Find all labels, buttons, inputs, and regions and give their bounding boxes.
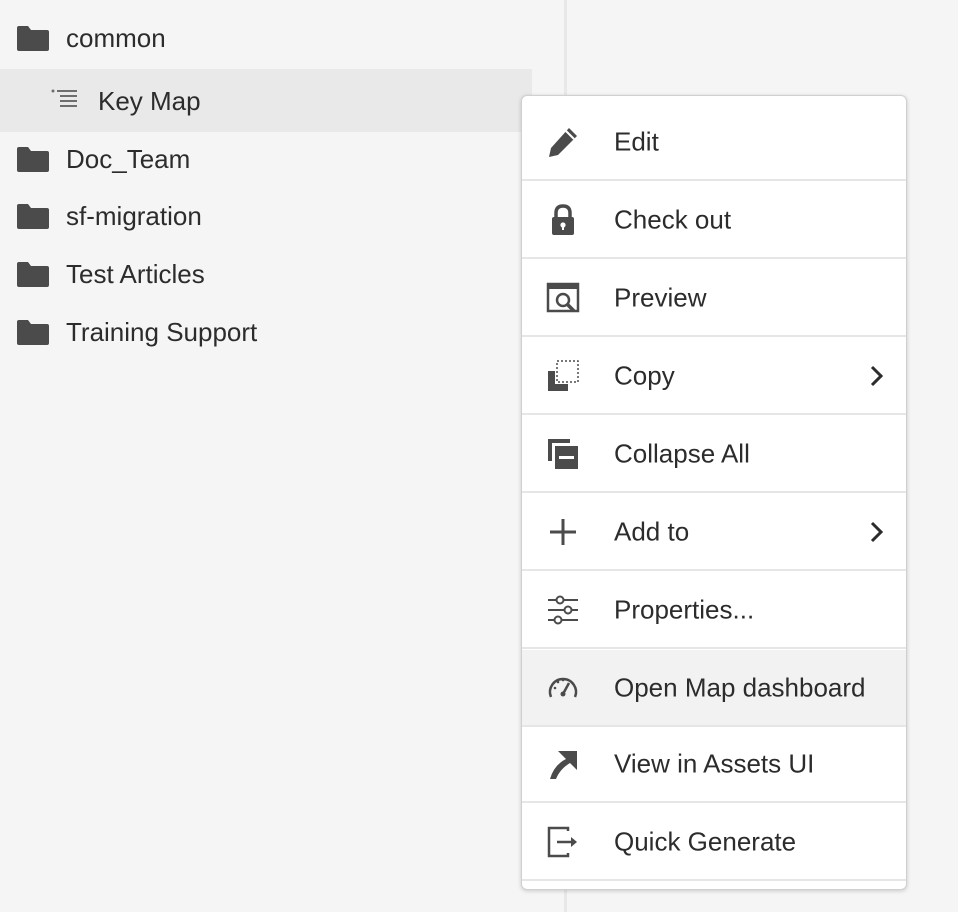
menu-item-open-map-dashboard[interactable]: Open Map dashboard: [522, 650, 906, 727]
menu-item-label: Check out: [614, 204, 732, 234]
pencil-icon: [546, 125, 580, 159]
plus-icon: [546, 515, 580, 549]
menu-item-label: Quick Generate: [614, 826, 797, 856]
menu-item-label: Open Map dashboard: [614, 672, 866, 702]
tree-item-key-map[interactable]: Key Map: [0, 69, 532, 132]
tree-item-label: sf-migration: [66, 201, 202, 231]
external-arrow-icon: [546, 747, 580, 781]
menu-item-add-to[interactable]: Add to: [522, 494, 906, 571]
menu-item-label: Copy: [614, 360, 675, 390]
copy-icon: [546, 359, 580, 393]
collapse-all-icon: [546, 437, 580, 471]
folder-icon: [16, 318, 50, 346]
preview-icon: [546, 281, 580, 315]
menu-item-label: Collapse All: [614, 438, 750, 468]
tree-item-label: Doc_Team: [66, 144, 191, 174]
menu-item-label: Edit: [614, 126, 659, 156]
menu-item-properties[interactable]: Properties...: [522, 572, 906, 649]
menu-item-label: Properties...: [614, 594, 755, 624]
menu-item-label: View in Assets UI: [614, 748, 815, 778]
menu-item-collapse-all[interactable]: Collapse All: [522, 416, 906, 493]
tree-item-training-support[interactable]: Training Support: [0, 305, 532, 360]
menu-item-label: Preview: [614, 282, 707, 312]
tree-item-sf-migration[interactable]: sf-migration: [0, 189, 532, 244]
tree-item-label: Test Articles: [66, 259, 205, 289]
folder-icon: [16, 145, 50, 173]
tree-item-common[interactable]: common: [0, 5, 532, 69]
chevron-right-icon: [870, 365, 884, 386]
chevron-right-icon: [870, 521, 884, 542]
repository-tree-panel: common Key Map Doc_Team sf-migration Tes…: [0, 0, 565, 912]
folder-icon: [16, 24, 50, 52]
tree-item-label: common: [66, 23, 166, 53]
dashboard-icon: [546, 671, 580, 705]
tree-item-label: Training Support: [66, 317, 258, 347]
tree-item-label: Key Map: [98, 86, 201, 116]
menu-item-check-out[interactable]: Check out: [522, 182, 906, 259]
menu-item-quick-generate[interactable]: Quick Generate: [522, 804, 906, 881]
tree-item-test-articles[interactable]: Test Articles: [0, 247, 532, 302]
folder-icon: [16, 202, 50, 230]
folder-icon: [16, 260, 50, 288]
export-icon: [546, 825, 580, 859]
lock-icon: [546, 203, 580, 237]
properties-icon: [546, 593, 580, 627]
menu-item-edit[interactable]: Edit: [522, 104, 906, 181]
tree-item-doc-team[interactable]: Doc_Team: [0, 132, 532, 187]
menu-item-preview[interactable]: Preview: [522, 260, 906, 337]
menu-item-label: Add to: [614, 516, 690, 546]
context-menu: Edit Check out Preview Copy Collapse All…: [521, 95, 907, 890]
menu-item-copy[interactable]: Copy: [522, 338, 906, 415]
map-list-icon: [51, 89, 77, 109]
menu-item-view-in-assets-ui[interactable]: View in Assets UI: [522, 726, 906, 803]
